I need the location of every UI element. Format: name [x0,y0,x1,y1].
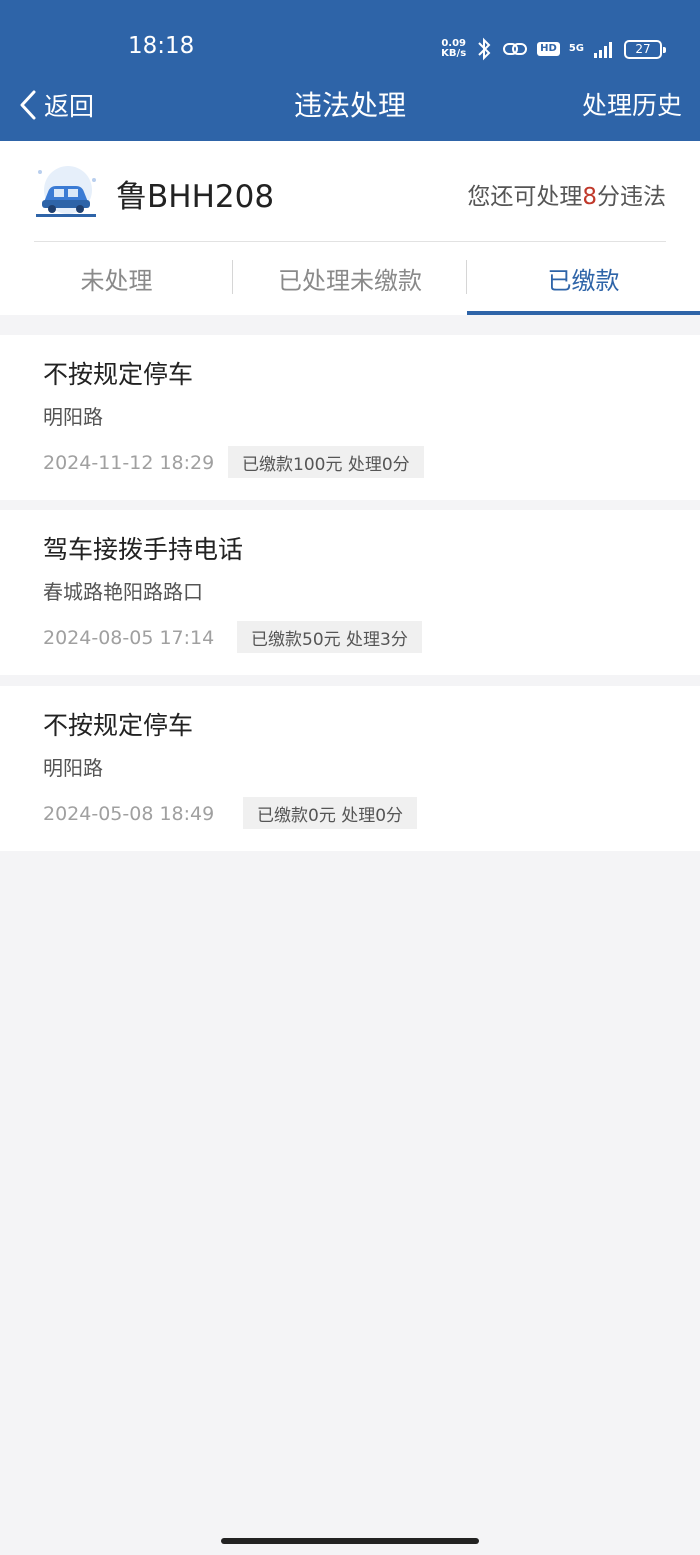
bluetooth-icon [478,37,491,61]
link-icon [503,43,528,55]
battery-icon: 27 [624,39,666,59]
violation-location: 春城路艳阳路路口 [43,580,203,604]
network-speed: 0.09 KB/s [441,39,466,59]
header-bar: 18:18 0.09 KB/s HD 5G 27 返回 违法处理 处理历史 [0,0,700,141]
points-prefix: 您还可处理 [467,184,583,210]
network-type: 5G [568,43,584,54]
list-item[interactable]: 不按规定停车 明阳路 2024-05-08 18:49 已缴款0元 处理0分 [0,686,700,851]
tab-paid[interactable]: 已缴款 [467,242,700,315]
network-speed-unit: KB/s [441,48,467,59]
list-item[interactable]: 驾车接拨手持电话 春城路艳阳路路口 2024-08-05 17:14 已缴款50… [0,510,700,675]
history-button[interactable]: 处理历史 [582,86,682,122]
violation-datetime: 2024-08-05 17:14 [43,627,215,649]
status-badge: 已缴款50元 处理3分 [237,621,422,653]
tab-processed-unpaid[interactable]: 已处理未缴款 [233,242,467,315]
status-badge: 已缴款0元 处理0分 [243,797,418,829]
violation-title: 不按规定停车 [43,360,194,389]
status-time: 18:18 [128,33,195,59]
violation-title: 驾车接拨手持电话 [43,535,244,564]
status-badge: 已缴款100元 处理0分 [228,446,424,478]
remaining-points: 您还可处理8分违法 [467,177,666,211]
points-value: 8 [582,184,597,210]
active-tab-indicator [467,311,700,315]
vehicle-panel: 鲁BHH208 您还可处理8分违法 未处理 已处理未缴款 已缴款 [0,141,700,315]
violation-title: 不按规定停车 [43,711,194,740]
hd-badge: HD [537,42,560,56]
tab-unprocessed[interactable]: 未处理 [0,242,233,315]
signal-icon [594,42,612,58]
list-item[interactable]: 不按规定停车 明阳路 2024-11-12 18:29 已缴款100元 处理0分 [0,335,700,500]
license-plate: 鲁BHH208 [116,179,275,215]
car-icon [36,166,96,217]
violation-datetime: 2024-11-12 18:29 [43,452,215,474]
tab-bar: 未处理 已处理未缴款 已缴款 [0,242,700,315]
home-indicator[interactable] [221,1538,479,1544]
battery-level: 27 [635,42,651,56]
status-icons: 0.09 KB/s HD 5G 27 [441,36,666,62]
points-suffix: 分违法 [597,184,666,210]
violation-location: 明阳路 [43,405,103,429]
violation-datetime: 2024-05-08 18:49 [43,803,215,825]
violation-location: 明阳路 [43,756,103,780]
